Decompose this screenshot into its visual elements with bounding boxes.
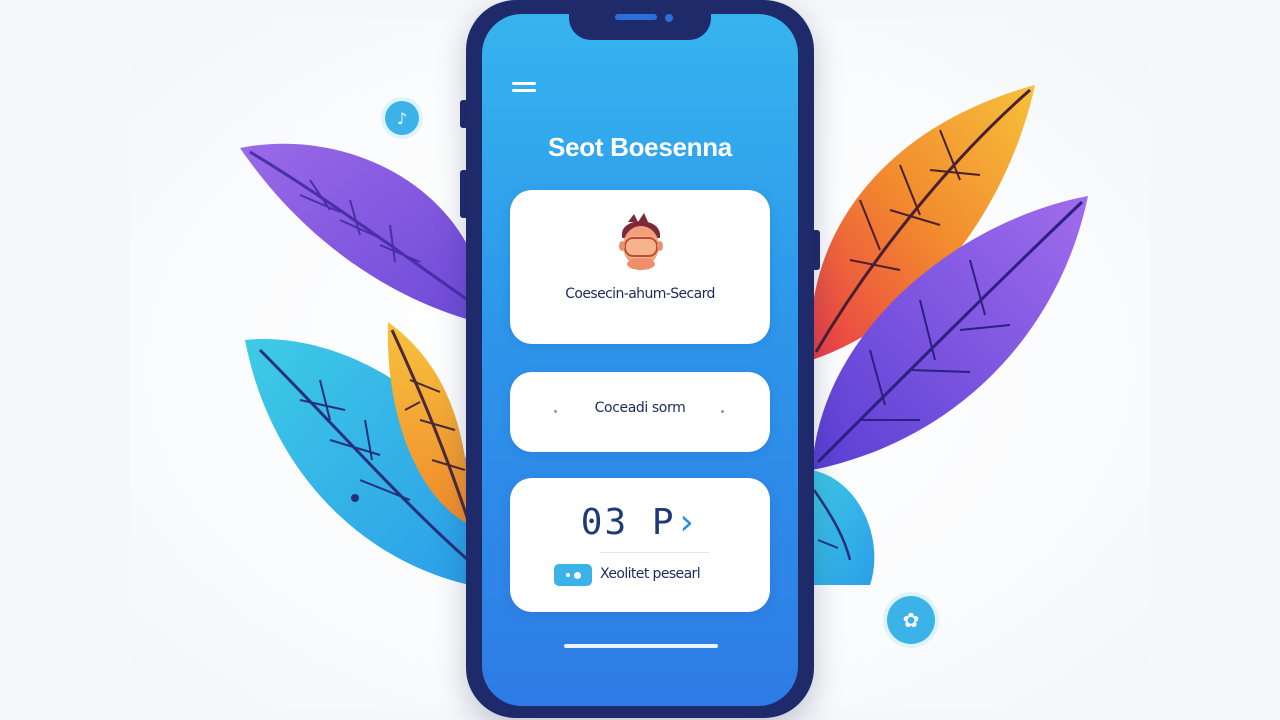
primary-action-button[interactable]: Coceadi sorm [510,372,770,452]
leaf-purple-left [240,143,470,320]
menu-icon[interactable] [512,80,536,94]
app-title: Seot Boesenna [548,132,732,162]
leaf-blue-right [812,470,875,585]
toggle-chip-icon[interactable] [554,564,592,586]
front-camera [665,14,673,22]
code-digits: 03 P [580,502,676,543]
button-dot-right [721,410,724,413]
phone-frame: Seot Boesenna Coesecin-ahum-Secard Cocea… [466,0,814,718]
code-divider [600,552,710,553]
chevron-right-icon: › [675,502,700,543]
profile-card: Coesecin-ahum-Secard [510,190,770,344]
speaker-grille [615,14,657,20]
help-dot-icon: ✿ [887,596,935,644]
phone-screen: Seot Boesenna Coesecin-ahum-Secard Cocea… [482,14,798,706]
primary-action-label: Coceadi sorm [594,400,686,416]
profile-name: Coesecin-ahum-Secard [565,286,715,302]
user-avatar-icon [619,213,663,270]
code-caption: Xeolitet pesearl [600,566,701,582]
code-value: 03 P› [510,502,770,543]
home-indicator[interactable] [564,644,718,648]
code-card: 03 P› Xeolitet pesearl [510,478,770,612]
phone-notch [569,14,711,40]
info-dot-icon: ♪ [385,101,419,135]
